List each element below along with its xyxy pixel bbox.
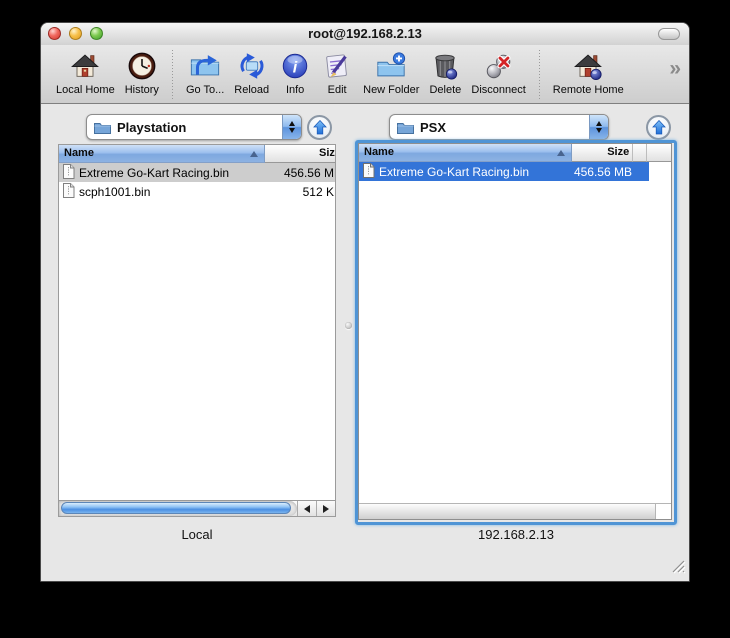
local-file-row[interactable]: Extreme Go-Kart Racing.bin 456.56 MB (59, 163, 336, 182)
up-arrow-icon (313, 120, 327, 135)
close-button[interactable] (48, 27, 61, 40)
toolbar-history-button[interactable]: History (125, 49, 159, 96)
toolbar-info-button[interactable]: i Info (279, 49, 311, 96)
scrollbar-thumb[interactable] (61, 502, 291, 514)
local-folder-popup-label: Playstation (117, 120, 186, 135)
popup-stepper-icon (282, 115, 301, 139)
toolbar-label: History (125, 84, 159, 96)
up-arrow-icon (652, 120, 666, 135)
remote-file-list: Name Size (358, 143, 672, 520)
toolbar-label: Go To... (186, 84, 224, 96)
folder-icon (94, 121, 111, 134)
toolbar-toggle-button[interactable] (658, 28, 680, 40)
toolbar-separator (539, 50, 540, 100)
toolbar-delete-button[interactable]: Delete (429, 49, 461, 96)
name-header-label: Name (364, 146, 394, 158)
toolbar-label: Remote Home (553, 84, 624, 96)
info-icon: i (279, 49, 311, 83)
toolbar-local-home-button[interactable]: Local Home (56, 49, 115, 96)
toolbar-go-to-button[interactable]: Go To... (186, 49, 224, 96)
remote-horizontal-scrollbar[interactable] (359, 503, 655, 519)
scrollbar-track[interactable] (59, 501, 297, 516)
bin-file-icon (362, 163, 375, 181)
toolbar: Local Home History (41, 45, 689, 104)
local-size-column-header[interactable]: Size (265, 145, 336, 163)
history-clock-icon (126, 49, 158, 83)
window-controls (48, 27, 103, 40)
toolbar-label: Delete (429, 84, 461, 96)
reload-icon (236, 49, 268, 83)
remote-name-column-header[interactable]: Name (359, 144, 572, 162)
go-to-folder-arrow-icon (189, 49, 221, 83)
toolbar-separator (172, 50, 173, 100)
remote-up-directory-button[interactable] (646, 115, 671, 140)
toolbar-overflow-chevron-icon[interactable]: » (669, 57, 683, 95)
local-file-list: Name Size (58, 144, 336, 517)
bin-file-icon (62, 183, 75, 201)
file-size: 456.56 MB (573, 165, 635, 179)
file-name: scph1001.bin (79, 185, 150, 199)
folder-icon (397, 121, 414, 134)
scroll-left-button[interactable] (297, 501, 316, 516)
local-name-column-header[interactable]: Name (59, 145, 265, 163)
scrollbar-corner (655, 503, 671, 519)
new-folder-icon (375, 49, 407, 83)
scroll-corner-header (647, 144, 671, 162)
disconnect-icon (483, 49, 515, 83)
window-title: root@192.168.2.13 (41, 23, 689, 45)
remote-size-column-header[interactable]: Size (572, 144, 634, 162)
file-name: Extreme Go-Kart Racing.bin (79, 166, 229, 180)
app-window: root@192.168.2.13 (40, 22, 690, 582)
content-area: Playstation (41, 104, 689, 581)
local-folder-popup[interactable]: Playstation (86, 114, 302, 140)
remote-folder-popup[interactable]: PSX (389, 114, 609, 140)
local-file-row[interactable]: scph1001.bin 512 KB (59, 182, 336, 201)
sort-ascending-icon (557, 150, 565, 156)
toolbar-label: Local Home (56, 84, 115, 96)
zoom-button[interactable] (90, 27, 103, 40)
bin-file-icon (62, 164, 75, 182)
remote-folder-popup-label: PSX (420, 120, 446, 135)
remote-list-header: Name Size (359, 144, 671, 162)
local-pane-label: Local (58, 527, 336, 543)
toolbar-edit-button[interactable]: Edit (321, 49, 353, 96)
name-header-label: Name (64, 147, 94, 159)
remote-pane-label: 192.168.2.13 (359, 527, 673, 543)
local-home-house-icon (69, 49, 101, 83)
remote-pane-focus-ring: Name Size (355, 140, 677, 525)
right-arrow-icon (323, 505, 329, 513)
window-resize-grip[interactable] (672, 560, 686, 579)
toolbar-label: Info (286, 84, 304, 96)
file-size: 456.56 MB (265, 166, 336, 180)
edit-notepad-pencil-icon (321, 49, 353, 83)
pane-divider-handle[interactable] (345, 322, 352, 329)
popup-stepper-icon (589, 115, 608, 139)
title-bar[interactable]: root@192.168.2.13 (41, 23, 689, 45)
toolbar-remote-home-button[interactable]: Remote Home (553, 49, 624, 96)
screenshot-canvas: root@192.168.2.13 (0, 0, 730, 638)
minimize-button[interactable] (69, 27, 82, 40)
local-up-directory-button[interactable] (307, 115, 332, 140)
file-size: 512 KB (265, 185, 336, 199)
local-list-header: Name Size (59, 145, 336, 163)
toolbar-label: Edit (328, 84, 347, 96)
toolbar-new-folder-button[interactable]: New Folder (363, 49, 419, 96)
remote-file-row-selected[interactable]: Extreme Go-Kart Racing.bin 456.56 MB (359, 162, 649, 181)
svg-text:i: i (293, 60, 298, 77)
toolbar-label: New Folder (363, 84, 419, 96)
file-name: Extreme Go-Kart Racing.bin (379, 165, 529, 179)
remote-home-house-icon (572, 49, 604, 83)
left-arrow-icon (304, 505, 310, 513)
toolbar-label: Reload (234, 84, 269, 96)
toolbar-reload-button[interactable]: Reload (234, 49, 269, 96)
local-horizontal-scrollbar (59, 500, 335, 516)
toolbar-label: Disconnect (471, 84, 525, 96)
toolbar-disconnect-button[interactable]: Disconnect (471, 49, 525, 96)
sort-ascending-icon (250, 151, 258, 157)
scroll-right-button[interactable] (316, 501, 335, 516)
filler-column-header (633, 144, 647, 162)
trash-icon (429, 49, 461, 83)
